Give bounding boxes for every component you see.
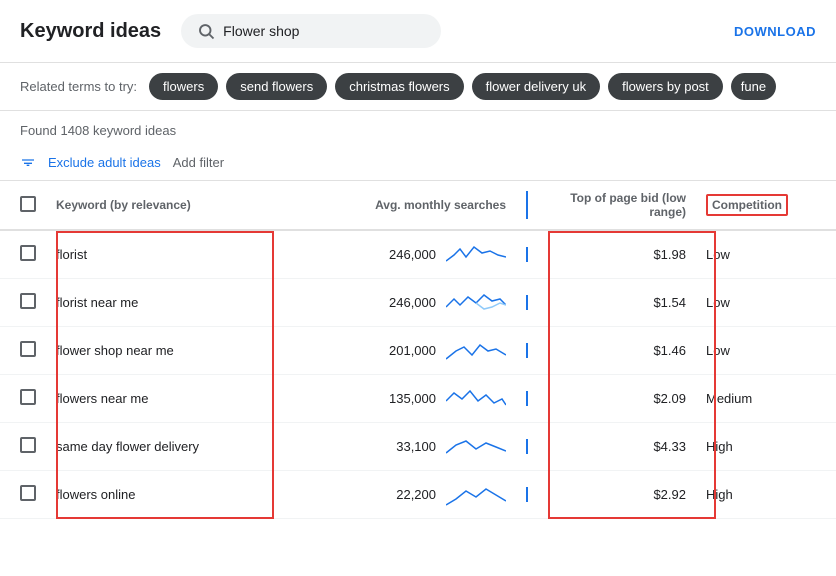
row-check-3[interactable] <box>20 389 56 408</box>
table-row: flowers near me 135,000 $2.09 Medium <box>0 375 836 423</box>
table-row: same day flower delivery 33,100 $4.33 Hi… <box>0 423 836 471</box>
table-row: flowers online 22,200 $2.92 High <box>0 471 836 519</box>
table-row: florist 246,000 $1.98 Low <box>0 231 836 279</box>
row-checkbox-3[interactable] <box>20 389 36 405</box>
row-check-5[interactable] <box>20 485 56 504</box>
row-searches-num-1: 246,000 <box>389 295 436 310</box>
row-bid-5: $2.92 <box>526 487 696 502</box>
chip-more[interactable]: fune <box>731 73 776 100</box>
header-keyword: Keyword (by relevance) <box>56 198 326 212</box>
row-competition-4: High <box>696 439 816 454</box>
found-count: Found 1408 keyword ideas <box>0 111 836 146</box>
filter-icon <box>20 154 36 170</box>
row-check-0[interactable] <box>20 245 56 264</box>
sparkline-2 <box>446 337 506 365</box>
related-label: Related terms to try: <box>20 79 137 94</box>
select-all-checkbox[interactable] <box>20 196 36 212</box>
table-header-row: Keyword (by relevance) Avg. monthly sear… <box>0 181 836 231</box>
row-check-4[interactable] <box>20 437 56 456</box>
row-competition-3: Medium <box>696 391 816 406</box>
filter-row: Exclude adult ideas Add filter <box>0 146 836 181</box>
search-box[interactable] <box>181 14 441 48</box>
header-searches: Avg. monthly searches <box>326 198 526 212</box>
chip-send-flowers[interactable]: send flowers <box>226 73 327 100</box>
header-check[interactable] <box>20 196 56 215</box>
found-count-text: Found 1408 keyword ideas <box>20 123 176 138</box>
row-searches-num-3: 135,000 <box>389 391 436 406</box>
sparkline-4 <box>446 433 506 461</box>
sparkline-0 <box>446 241 506 269</box>
row-keyword-3: flowers near me <box>56 391 326 406</box>
row-check-1[interactable] <box>20 293 56 312</box>
row-searches-num-5: 22,200 <box>396 487 436 502</box>
download-button[interactable]: DOWNLOAD <box>734 24 816 39</box>
search-input[interactable] <box>223 23 403 39</box>
row-searches-0: 246,000 <box>326 241 526 269</box>
table-body: florist 246,000 $1.98 Low florist near m… <box>0 231 836 519</box>
row-searches-1: 246,000 <box>326 289 526 317</box>
row-searches-num-2: 201,000 <box>389 343 436 358</box>
exclude-adult-link[interactable]: Exclude adult ideas <box>48 155 161 170</box>
keyword-table: Keyword (by relevance) Avg. monthly sear… <box>0 181 836 519</box>
chip-flower-delivery-uk[interactable]: flower delivery uk <box>472 73 600 100</box>
row-bid-4: $4.33 <box>526 439 696 454</box>
related-terms-bar: Related terms to try: flowers send flowe… <box>0 63 836 111</box>
row-checkbox-1[interactable] <box>20 293 36 309</box>
row-searches-num-0: 246,000 <box>389 247 436 262</box>
row-searches-4: 33,100 <box>326 433 526 461</box>
sparkline-1 <box>446 289 506 317</box>
add-filter-button[interactable]: Add filter <box>173 155 224 170</box>
header: Keyword ideas DOWNLOAD <box>0 0 836 63</box>
page-title: Keyword ideas <box>20 20 161 43</box>
row-checkbox-4[interactable] <box>20 437 36 453</box>
row-competition-0: Low <box>696 247 816 262</box>
row-searches-3: 135,000 <box>326 385 526 413</box>
sparkline-3 <box>446 385 506 413</box>
row-check-2[interactable] <box>20 341 56 360</box>
search-icon <box>197 22 215 40</box>
header-bid: Top of page bid (low range) <box>526 191 696 219</box>
row-keyword-5: flowers online <box>56 487 326 502</box>
row-searches-num-4: 33,100 <box>396 439 436 454</box>
competition-header-box: Competition <box>706 194 788 216</box>
row-searches-2: 201,000 <box>326 337 526 365</box>
header-competition: Competition <box>696 194 816 216</box>
table-row: flower shop near me 201,000 $1.46 Low <box>0 327 836 375</box>
row-searches-5: 22,200 <box>326 481 526 509</box>
row-competition-2: Low <box>696 343 816 358</box>
row-keyword-0: florist <box>56 247 326 262</box>
row-checkbox-0[interactable] <box>20 245 36 261</box>
row-keyword-2: flower shop near me <box>56 343 326 358</box>
chip-flowers[interactable]: flowers <box>149 73 218 100</box>
row-competition-1: Low <box>696 295 816 310</box>
row-checkbox-2[interactable] <box>20 341 36 357</box>
table-row: florist near me 246,000 $1.54 Low <box>0 279 836 327</box>
row-bid-3: $2.09 <box>526 391 696 406</box>
row-bid-1: $1.54 <box>526 295 696 310</box>
row-keyword-1: florist near me <box>56 295 326 310</box>
chip-christmas-flowers[interactable]: christmas flowers <box>335 73 463 100</box>
row-keyword-4: same day flower delivery <box>56 439 326 454</box>
row-bid-0: $1.98 <box>526 247 696 262</box>
sparkline-5 <box>446 481 506 509</box>
row-bid-2: $1.46 <box>526 343 696 358</box>
row-checkbox-5[interactable] <box>20 485 36 501</box>
row-competition-5: High <box>696 487 816 502</box>
chip-flowers-by-post[interactable]: flowers by post <box>608 73 723 100</box>
